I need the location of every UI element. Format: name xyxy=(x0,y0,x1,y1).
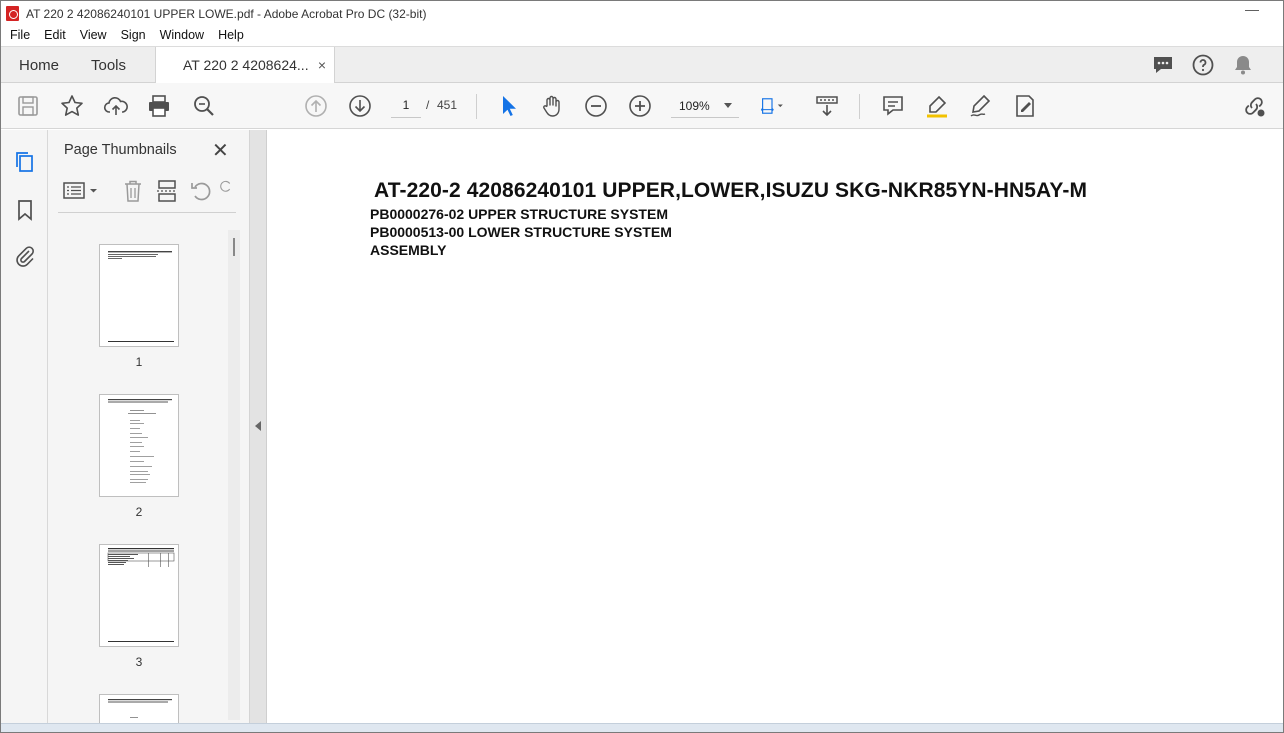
menu-view[interactable]: View xyxy=(73,26,114,46)
fit-page-icon[interactable] xyxy=(759,93,795,119)
scrolling-mode-icon[interactable] xyxy=(814,93,840,119)
thumbnail-3-preview xyxy=(107,548,175,642)
acrobat-app-icon xyxy=(6,6,19,21)
thumbnail-2-preview xyxy=(108,399,172,483)
window-title: AT 220 2 42086240101 UPPER LOWE.pdf - Ad… xyxy=(26,7,427,21)
thumbnails-scrollbar[interactable] xyxy=(228,230,240,720)
zoom-dropdown-caret-icon[interactable] xyxy=(724,103,732,108)
thumbnail-options-icon[interactable] xyxy=(62,178,100,204)
tab-close-icon[interactable]: × xyxy=(318,57,326,73)
panel-toolbar xyxy=(58,178,238,206)
panel-toolbar-divider xyxy=(58,212,236,213)
bookmarks-icon[interactable] xyxy=(13,198,37,222)
attachments-paperclip-icon[interactable] xyxy=(13,244,37,268)
print-icon[interactable] xyxy=(146,93,172,119)
document-line-3: ASSEMBLY xyxy=(370,242,447,258)
thumbnail-label-3: 3 xyxy=(135,655,143,669)
page-thumbnail-2[interactable] xyxy=(99,394,179,497)
tab-home[interactable]: Home xyxy=(19,47,59,83)
thumbnail-label-1: 1 xyxy=(135,355,143,369)
draw-freehand-icon[interactable] xyxy=(968,93,994,119)
thumbnails-scroll-thumb[interactable] xyxy=(233,238,235,256)
page-thumbnail-1[interactable] xyxy=(99,244,179,347)
bookmark-star-icon[interactable] xyxy=(59,93,85,119)
panel-close-icon[interactable]: ✕ xyxy=(212,138,229,163)
select-cursor-icon[interactable] xyxy=(496,93,522,119)
total-pages: 451 xyxy=(437,98,458,112)
collapse-panel-arrow-icon[interactable] xyxy=(255,421,261,431)
zoom-out-icon[interactable] xyxy=(583,93,609,119)
help-icon[interactable] xyxy=(1191,53,1215,77)
notifications-bell-icon[interactable] xyxy=(1231,53,1255,77)
document-line-1: PB0000276-02 UPPER STRUCTURE SYSTEM xyxy=(370,206,668,222)
window-bottom-edge xyxy=(1,723,1283,732)
tab-document-label: AT 220 2 4208624... xyxy=(183,57,309,73)
title-bar: AT 220 2 42086240101 UPPER LOWE.pdf - Ad… xyxy=(1,1,1283,26)
thumbnail-label-2: 2 xyxy=(135,505,143,519)
tab-document[interactable]: AT 220 2 4208624... × xyxy=(155,47,335,84)
page-thumbnails-panel: Page Thumbnails ✕ 1 2 3 xyxy=(48,130,250,732)
page-thumbnails-icon[interactable] xyxy=(13,150,37,174)
tab-bar: Home Tools AT 220 2 4208624... × xyxy=(1,46,1283,84)
delete-page-icon[interactable] xyxy=(120,178,146,204)
navigation-rail xyxy=(1,130,48,723)
comment-bubble-icon[interactable] xyxy=(1151,53,1175,77)
panel-splitter[interactable] xyxy=(250,130,267,723)
rotate-counterclockwise-icon[interactable] xyxy=(188,178,214,204)
zoom-in-icon[interactable] xyxy=(627,93,653,119)
document-title: AT-220-2 42086240101 UPPER,LOWER,ISUZU S… xyxy=(374,179,1088,202)
menu-sign[interactable]: Sign xyxy=(114,26,153,46)
current-page-input[interactable]: 1 xyxy=(391,92,421,118)
next-page-icon[interactable] xyxy=(347,93,373,119)
share-link-icon[interactable] xyxy=(1241,93,1267,119)
highlight-pen-icon[interactable] xyxy=(924,93,950,119)
tab-bar-right-icons xyxy=(1151,53,1255,77)
thumbnail-1-preview xyxy=(108,251,174,342)
minimize-button[interactable]: — xyxy=(1245,2,1259,17)
tab-tools[interactable]: Tools xyxy=(91,47,126,83)
rotate-clockwise-icon[interactable] xyxy=(218,178,234,204)
hand-tool-icon[interactable] xyxy=(539,93,565,119)
menu-file[interactable]: File xyxy=(3,26,37,46)
page-separator: / xyxy=(426,98,430,112)
panel-title: Page Thumbnails xyxy=(64,142,177,158)
extract-pages-icon[interactable] xyxy=(154,178,180,204)
save-icon[interactable] xyxy=(15,93,41,119)
previous-page-icon[interactable] xyxy=(303,93,329,119)
cloud-upload-icon[interactable] xyxy=(103,93,129,119)
document-page-view[interactable]: AT-220-2 42086240101 UPPER,LOWER,ISUZU S… xyxy=(268,130,1283,723)
comment-icon[interactable] xyxy=(880,93,906,119)
fill-sign-icon[interactable] xyxy=(1012,93,1038,119)
zoom-search-icon[interactable] xyxy=(191,93,217,119)
menu-window[interactable]: Window xyxy=(153,26,211,46)
toolbar-divider-2 xyxy=(859,94,860,119)
page-thumbnail-3[interactable] xyxy=(99,544,179,647)
toolbar-divider xyxy=(476,94,477,119)
menu-edit[interactable]: Edit xyxy=(37,26,73,46)
menu-help[interactable]: Help xyxy=(211,26,251,46)
document-line-2: PB0000513-00 LOWER STRUCTURE SYSTEM xyxy=(370,224,672,240)
acrobat-window: AT 220 2 42086240101 UPPER LOWE.pdf - Ad… xyxy=(0,0,1284,733)
main-toolbar: 1 / 451 109% xyxy=(1,83,1283,129)
menu-bar: File Edit View Sign Window Help xyxy=(1,26,1283,46)
